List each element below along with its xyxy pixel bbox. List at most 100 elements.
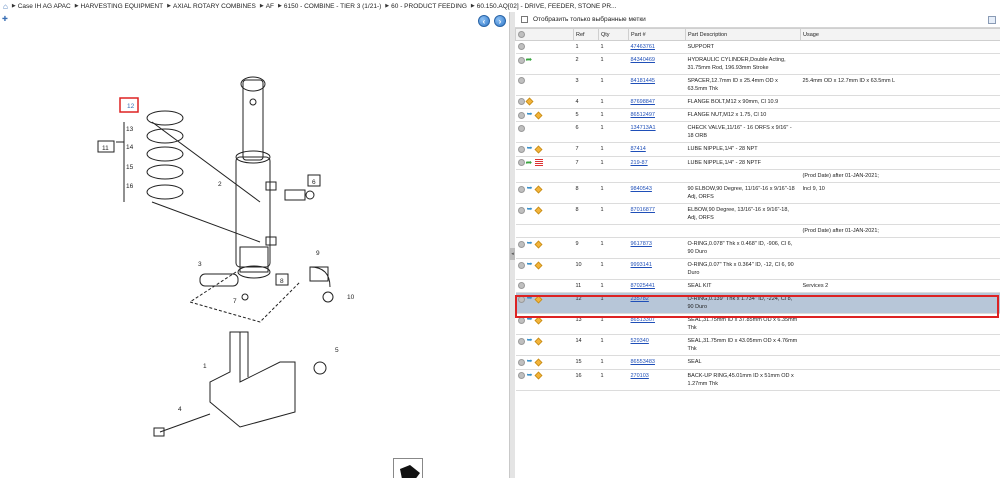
table-row[interactable]: 11 1 87025441 SEAL KIT Services 2 [515,279,1000,294]
table-row[interactable]: ➦ 2 1 84340469 HYDRAULIC CYLINDER,Double Act… [515,53,1000,75]
part-number-link[interactable]: 9617873 [631,241,652,247]
replacement-arrow-icon[interactable]: ➥ [526,261,534,269]
table-row[interactable]: 4 1 87698847 FLANGE BOLT,M12 x 90mm, Cl 10.… [515,95,1000,109]
table-row[interactable]: 3 1 84181445 SPACER,12.7mm ID x 25.4mm OD x… [515,74,1000,96]
select-circle-icon[interactable] [517,185,525,193]
table-row[interactable]: ➥ 12 1 235782 O-RING,0.139" Thk x 1.734" ID,… [515,292,1000,315]
home-icon[interactable]: ⌂ [3,2,8,11]
select-circle-icon[interactable] [517,98,525,106]
package-icon[interactable] [534,295,542,304]
notes-list-icon[interactable] [534,159,543,167]
replacement-arrow-icon[interactable]: ➥ [526,358,534,366]
select-circle-icon[interactable] [517,43,525,51]
select-circle-icon[interactable] [517,337,525,345]
table-row[interactable]: ➥ 5 1 86512497 FLANGE NUT,M12 x 1.75, Cl 10 [515,108,1000,123]
prev-page-button[interactable]: ‹ [478,15,490,27]
select-circle-icon[interactable] [517,240,525,248]
table-row[interactable]: (Prod Date) after 01-JAN-2021; [515,169,1000,184]
part-number-link[interactable]: 235782 [631,296,649,302]
select-circle-icon[interactable] [517,206,525,214]
part-number-link[interactable]: 219-87 [631,160,648,166]
select-circle-icon[interactable] [517,77,525,85]
breadcrumb-item[interactable]: 6150 - COMBINE - TIER 3 (1/21-) [284,3,381,10]
replacement-arrow-icon[interactable]: ➥ [526,316,534,324]
breadcrumb-item[interactable]: Case IH AG APAC [18,3,71,10]
table-row[interactable]: ➥ 16 1 270103 BACK-UP RING,45.01mm ID x 51mm… [515,369,1000,391]
breadcrumb-item[interactable]: HARVESTING EQUIPMENT [81,3,164,10]
part-number-link[interactable]: 87016877 [631,207,655,213]
replacement-arrow-icon[interactable]: ➥ [526,206,534,214]
select-circle-icon[interactable] [517,56,525,64]
select-circle-icon[interactable] [517,261,525,269]
breadcrumb-item[interactable]: 60 - PRODUCT FEEDING [391,3,467,10]
select-circle-icon[interactable] [517,145,525,153]
part-number-link[interactable]: 86553483 [631,359,655,365]
breadcrumb-item[interactable]: AXIAL ROTARY COMBINES [173,3,256,10]
table-row[interactable]: ➥ 10 1 9993141 O-RING,0.07" Thk x 0.364" ID,… [515,258,1000,281]
header-ref[interactable]: Ref [573,28,599,41]
package-icon[interactable] [534,240,542,249]
replacement-arrow-icon[interactable]: ➥ [526,372,534,380]
next-page-button[interactable]: › [494,15,506,27]
package-icon[interactable] [534,337,542,346]
show-selected-checkbox[interactable] [521,16,528,23]
alternate-arrow-icon[interactable]: ➦ [526,56,534,64]
part-number-link[interactable]: 87414 [631,146,646,152]
replacement-arrow-icon[interactable]: ➥ [526,111,534,119]
package-icon[interactable] [534,185,542,194]
select-circle-icon[interactable] [517,124,525,132]
breadcrumb-item[interactable]: AF [266,3,274,10]
replacement-arrow-icon[interactable]: ➥ [526,145,534,153]
alternate-arrow-icon[interactable]: ➦ [526,158,534,167]
table-row[interactable]: ➥ 7 1 87414 LUBE NIPPLE,1/4" - 28 NPT [515,142,1000,157]
part-number-link[interactable]: 9993141 [631,262,652,268]
part-number-link[interactable]: 86512497 [631,112,655,118]
part-number-link[interactable]: 134713A1 [631,125,656,131]
package-icon[interactable] [534,111,542,119]
table-row[interactable]: ➦ 7 1 219-87 LUBE NIPPLE,1/4" - 28 NPTF [515,156,1000,171]
select-circle-icon[interactable] [517,111,525,119]
package-icon[interactable] [534,145,542,154]
select-circle-icon[interactable] [517,159,525,167]
package-icon[interactable] [534,358,542,367]
select-circle-icon[interactable] [517,295,525,303]
table-row[interactable]: ➥ 14 1 529340 SEAL,31.75mm ID x 43.05mm OD x… [515,334,1000,357]
table-row[interactable]: ➥ 15 1 86553483 SEAL [515,355,1000,370]
replacement-arrow-icon[interactable]: ➥ [526,337,534,345]
header-part[interactable]: Part # [628,28,686,41]
breadcrumb-item[interactable]: 60.150.AQ[02] - DRIVE, FEEDER, STONE PR.… [477,3,617,10]
part-number-link[interactable]: 529340 [631,338,649,344]
select-circle-icon[interactable] [517,316,525,324]
replacement-arrow-icon[interactable]: ➥ [526,295,534,303]
part-number-link[interactable]: 84340469 [631,57,655,63]
part-number-link[interactable]: 47463761 [631,44,655,50]
table-row[interactable]: 1 1 47463761 SUPPORT [515,40,1000,54]
package-icon[interactable] [525,97,533,106]
part-number-link[interactable]: 84181445 [631,78,655,84]
package-icon[interactable] [534,316,542,325]
part-number-link[interactable]: 270103 [631,373,649,379]
table-row[interactable]: 6 1 134713A1 CHECK VALVE,11/16" - 16 ORFS x… [515,121,1000,144]
header-qty[interactable]: Qty [598,28,629,41]
replacement-arrow-icon[interactable]: ➥ [526,240,534,248]
select-circle-icon[interactable] [517,358,525,366]
part-number-link[interactable]: 86513307 [631,317,655,323]
expand-icon[interactable]: ✚ [2,16,10,24]
table-row[interactable]: ➥ 8 1 87016877 ELBOW,90 Degree, 13/16"-16 x … [515,203,1000,226]
view-mode-icon[interactable] [393,458,423,478]
header-description[interactable]: Part Description [685,28,801,41]
part-number-link[interactable]: 87025441 [631,283,655,289]
select-circle-icon[interactable] [517,282,525,290]
panel-options-icon[interactable] [988,16,996,24]
header-usage[interactable]: Usage [800,28,1000,41]
settings-icon[interactable] [518,31,525,38]
package-icon[interactable] [534,371,542,380]
table-row[interactable]: ➥ 13 1 86513307 SEAL,31.75mm ID x 37.85mm OD… [515,313,1000,336]
part-number-link[interactable]: 87698847 [631,99,655,105]
replacement-arrow-icon[interactable]: ➥ [526,185,534,193]
table-row[interactable]: ➥ 9 1 9617873 O-RING,0.078" Thk x 0.468" ID,… [515,237,1000,260]
select-circle-icon[interactable] [517,372,525,380]
package-icon[interactable] [534,261,542,270]
part-number-link[interactable]: 9840543 [631,186,652,192]
table-row[interactable]: (Prod Date) after 01-JAN-2021; [515,224,1000,239]
